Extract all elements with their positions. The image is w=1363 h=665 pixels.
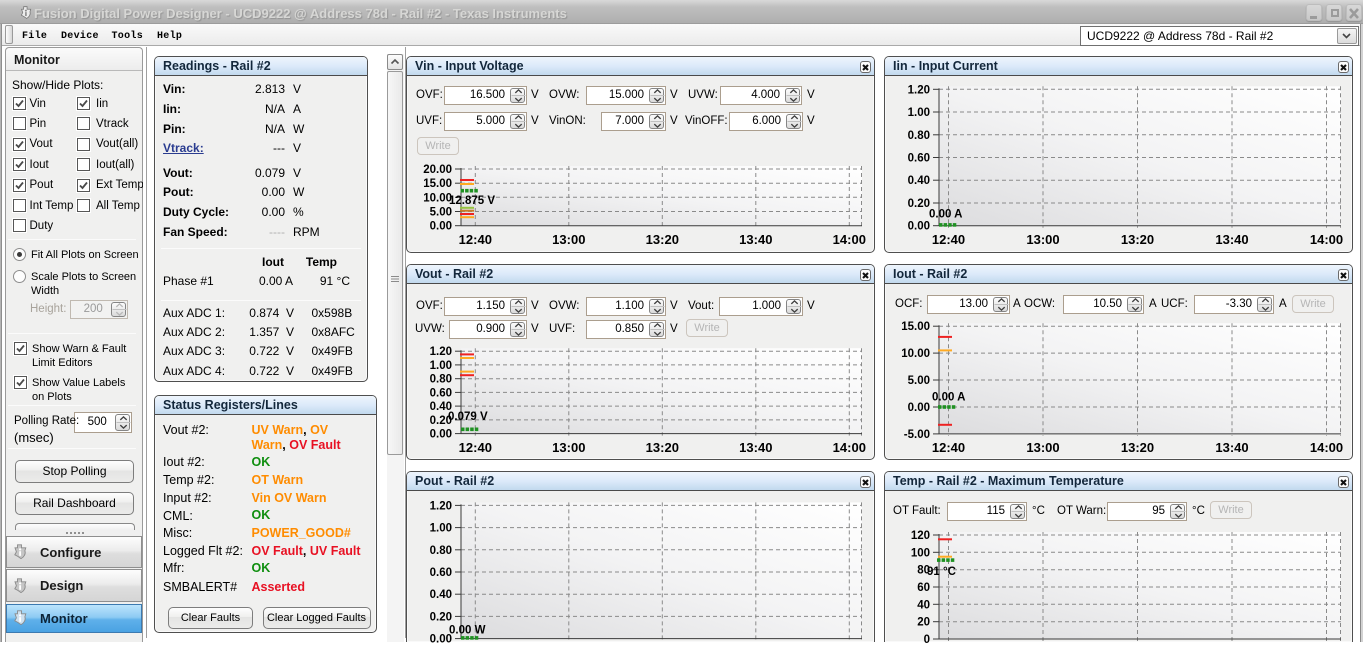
svg-text:13:20: 13:20 bbox=[646, 232, 679, 247]
svg-text:91 °C: 91 °C bbox=[927, 566, 956, 578]
svg-text:120: 120 bbox=[911, 530, 930, 542]
svg-text:0.20: 0.20 bbox=[908, 198, 930, 210]
svg-text:0.80: 0.80 bbox=[430, 545, 452, 557]
svg-text:0.00: 0.00 bbox=[430, 429, 452, 441]
svg-text:60: 60 bbox=[917, 582, 930, 594]
svg-text:14:00: 14:00 bbox=[1310, 232, 1343, 247]
svg-text:13:00: 13:00 bbox=[552, 232, 585, 247]
svg-text:0: 0 bbox=[924, 634, 930, 646]
svg-text:14:00: 14:00 bbox=[833, 232, 866, 247]
svg-text:0.00 A: 0.00 A bbox=[932, 392, 965, 404]
svg-text:1.20: 1.20 bbox=[908, 84, 930, 96]
svg-text:0.40: 0.40 bbox=[908, 175, 930, 187]
svg-text:5.00: 5.00 bbox=[908, 375, 930, 387]
svg-text:0.80: 0.80 bbox=[908, 130, 930, 142]
svg-text:20: 20 bbox=[917, 617, 930, 629]
svg-text:0.079 V: 0.079 V bbox=[448, 411, 488, 423]
svg-text:-5.00: -5.00 bbox=[904, 429, 930, 441]
svg-text:0.20: 0.20 bbox=[430, 611, 452, 623]
svg-text:1.00: 1.00 bbox=[430, 360, 452, 372]
svg-text:0.00: 0.00 bbox=[908, 221, 930, 233]
svg-text:5.00: 5.00 bbox=[430, 207, 452, 219]
svg-text:0.60: 0.60 bbox=[908, 153, 930, 165]
svg-text:13:20: 13:20 bbox=[646, 440, 679, 455]
svg-text:0.60: 0.60 bbox=[430, 387, 452, 399]
svg-text:12:40: 12:40 bbox=[459, 232, 492, 247]
svg-text:13:40: 13:40 bbox=[1215, 232, 1248, 247]
svg-text:13:00: 13:00 bbox=[1026, 440, 1059, 455]
svg-text:0.00: 0.00 bbox=[908, 402, 930, 414]
svg-text:0.00 A: 0.00 A bbox=[929, 209, 962, 221]
svg-text:13:40: 13:40 bbox=[1215, 440, 1248, 455]
svg-text:0.00: 0.00 bbox=[430, 221, 452, 233]
svg-text:40: 40 bbox=[917, 599, 930, 611]
svg-text:100: 100 bbox=[911, 547, 930, 559]
svg-text:14:00: 14:00 bbox=[1310, 440, 1343, 455]
svg-text:15.00: 15.00 bbox=[901, 321, 930, 333]
svg-text:1.20: 1.20 bbox=[430, 500, 452, 512]
svg-text:0.40: 0.40 bbox=[430, 589, 452, 601]
svg-text:12:40: 12:40 bbox=[932, 440, 965, 455]
svg-text:13:40: 13:40 bbox=[739, 232, 772, 247]
svg-text:13:20: 13:20 bbox=[1121, 232, 1154, 247]
svg-text:13:20: 13:20 bbox=[1121, 440, 1154, 455]
svg-text:10.00: 10.00 bbox=[423, 192, 452, 204]
svg-text:13:40: 13:40 bbox=[739, 440, 772, 455]
svg-text:20.00: 20.00 bbox=[423, 164, 452, 176]
svg-text:1.00: 1.00 bbox=[908, 107, 930, 119]
svg-text:13:00: 13:00 bbox=[552, 440, 585, 455]
svg-text:12:40: 12:40 bbox=[932, 232, 965, 247]
svg-text:10.00: 10.00 bbox=[901, 348, 930, 360]
svg-text:0.60: 0.60 bbox=[430, 567, 452, 579]
svg-text:1.20: 1.20 bbox=[430, 346, 452, 358]
svg-text:1.00: 1.00 bbox=[430, 523, 452, 535]
svg-text:15.00: 15.00 bbox=[423, 178, 452, 190]
svg-text:13:00: 13:00 bbox=[1026, 232, 1059, 247]
svg-text:0.00 W: 0.00 W bbox=[449, 625, 486, 637]
svg-text:14:00: 14:00 bbox=[833, 440, 866, 455]
svg-text:12.875 V: 12.875 V bbox=[449, 195, 495, 207]
svg-text:0.80: 0.80 bbox=[430, 374, 452, 386]
svg-text:12:40: 12:40 bbox=[459, 440, 492, 455]
